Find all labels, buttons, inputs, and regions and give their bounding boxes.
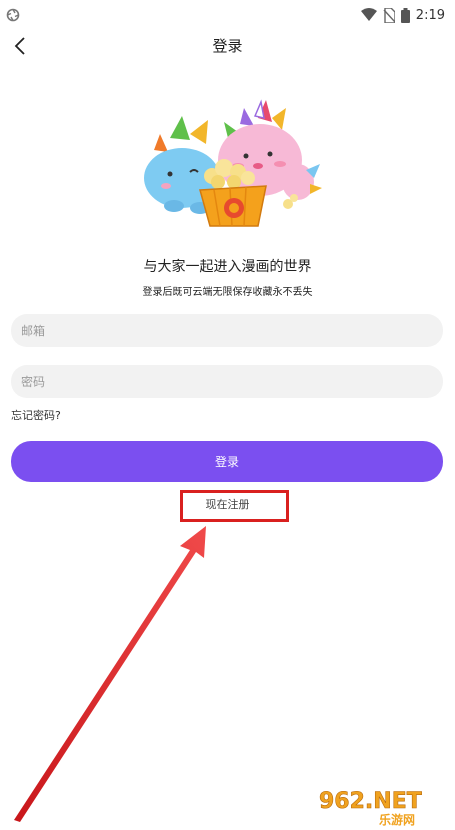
annotation-highlight-box [180,490,289,522]
forgot-password-link[interactable]: 忘记密码? [11,407,61,423]
email-field[interactable] [11,314,443,347]
header: 登录 [0,30,455,62]
status-bar: 2:19 [0,0,455,30]
battery-icon [400,7,410,23]
status-indicators: 2:19 [360,6,445,24]
site-watermark-logo: 962.NET 乐游网 [319,789,422,826]
watermark-brand: 962.NET [319,789,422,814]
page-title: 登录 [212,37,243,55]
headline: 与大家一起进入漫画的世界 [143,259,312,275]
watermark-sub: 乐游网 [379,812,415,826]
wifi-icon [360,8,377,21]
login-button[interactable]: 登录 [11,441,443,482]
app-notification-icon [6,8,20,22]
password-field[interactable] [11,365,443,398]
status-time: 2:19 [415,7,445,23]
no-sim-icon [383,7,395,23]
mascot-popcorn-illustration [144,99,322,227]
subline: 登录后既可云端无限保存收藏永不丢失 [142,287,313,298]
